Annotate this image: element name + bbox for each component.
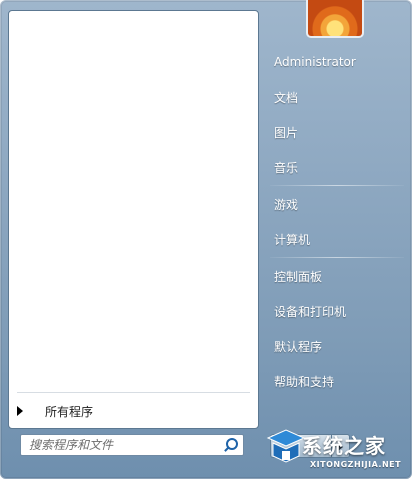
- menu-item-label: 游戏: [274, 197, 299, 212]
- search-box[interactable]: [20, 434, 244, 456]
- all-programs-item[interactable]: 所有程序: [17, 400, 93, 422]
- menu-item-label: 计算机: [274, 232, 311, 247]
- search-input[interactable]: [21, 435, 221, 455]
- menu-item-label: Administrator: [274, 55, 356, 69]
- all-programs-arrow-icon: [17, 406, 23, 416]
- search-icon[interactable]: [221, 436, 239, 454]
- shutdown-button[interactable]: [270, 434, 332, 458]
- menu-separator: [270, 257, 404, 258]
- all-programs-label: 所有程序: [45, 404, 94, 419]
- menu-item-music[interactable]: 音乐: [264, 154, 412, 180]
- watermark-url-text: XITONGZHIJIA.NET: [310, 460, 402, 469]
- menu-item-default-programs[interactable]: 默认程序: [264, 333, 412, 359]
- menu-item-documents[interactable]: 文档: [264, 84, 412, 110]
- shutdown-options-arrow-button[interactable]: [332, 434, 350, 458]
- programs-separator: [17, 392, 250, 393]
- menu-item-label: 文档: [274, 90, 299, 105]
- menu-item-label: 帮助和支持: [274, 374, 335, 389]
- power-controls: [270, 434, 350, 458]
- menu-item-label: 图片: [274, 125, 299, 140]
- menu-item-pictures[interactable]: 图片: [264, 119, 412, 145]
- user-avatar[interactable]: [306, 0, 364, 38]
- menu-item-control-panel[interactable]: 控制面板: [264, 263, 412, 289]
- menu-item-label: 控制面板: [274, 269, 323, 284]
- menu-item-games[interactable]: 游戏: [264, 191, 412, 217]
- menu-separator: [270, 185, 404, 186]
- menu-item-devices-printers[interactable]: 设备和打印机: [264, 298, 412, 324]
- menu-item-computer[interactable]: 计算机: [264, 226, 412, 252]
- programs-pane: 所有程序: [8, 10, 259, 429]
- menu-item-administrator[interactable]: Administrator: [264, 49, 412, 75]
- menu-item-label: 默认程序: [274, 339, 323, 354]
- start-menu: 所有程序 Administrator 文档 图片 音乐 游戏 计算机: [0, 0, 412, 479]
- menu-item-label: 音乐: [274, 160, 299, 175]
- menu-item-label: 设备和打印机: [274, 304, 347, 319]
- menu-item-help-support[interactable]: 帮助和支持: [264, 368, 412, 394]
